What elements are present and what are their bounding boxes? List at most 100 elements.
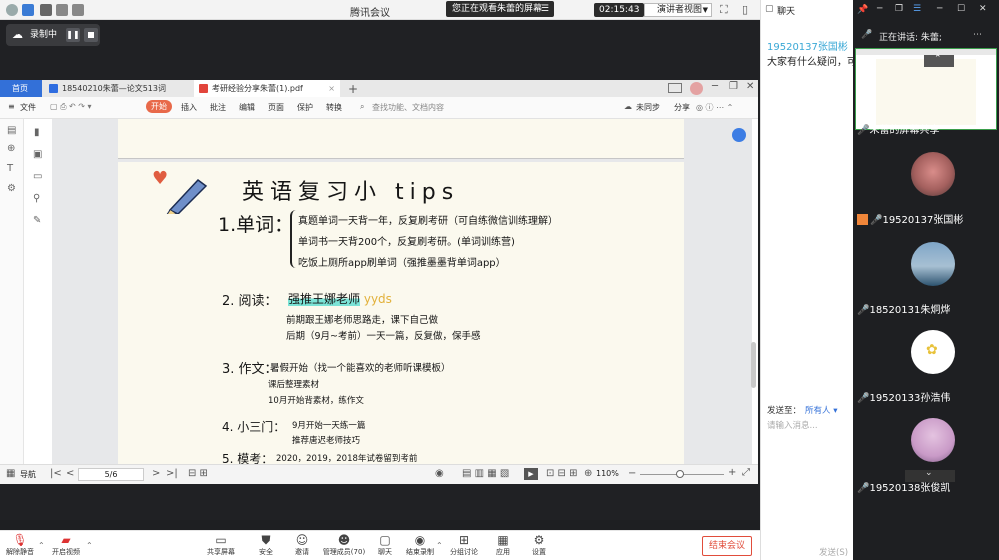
signal-icon[interactable]	[40, 4, 52, 16]
section-2-head-text: 强推王娜老师	[288, 292, 361, 306]
chat-button[interactable]: ▢ 聊天	[365, 534, 405, 557]
participant-avatar[interactable]	[911, 242, 955, 286]
view-mode-dropdown[interactable]: 演讲者视图 ▼	[644, 3, 712, 17]
attachment-icon[interactable]: ⚲	[33, 193, 40, 204]
shield-icon[interactable]	[22, 4, 34, 16]
chat-input[interactable]: 请输入消息...	[767, 419, 818, 431]
tab-start[interactable]: 开始	[146, 100, 172, 113]
grid-icon[interactable]	[72, 4, 84, 16]
nav-label[interactable]: 导航	[20, 469, 36, 480]
outline-icon[interactable]: ▤	[7, 125, 16, 136]
chevron-up-icon[interactable]: ⌃	[436, 541, 443, 550]
chevron-up-icon[interactable]: ⌃	[934, 54, 942, 64]
unmute-button[interactable]: 🎙 解除静音	[0, 534, 40, 557]
screen-share-thumbnail[interactable]: ⌃	[855, 48, 997, 130]
zoom-level[interactable]: 110%	[596, 469, 619, 478]
tab-convert[interactable]: 转换	[326, 102, 342, 113]
participant-label: 🎤19520137张国彬	[857, 211, 999, 226]
share-screen-button[interactable]: ▭ 共享屏幕	[201, 534, 241, 557]
start-video-button[interactable]: ▰ 开启视频	[46, 534, 86, 557]
close-icon[interactable]: ✕	[979, 4, 987, 14]
tab-essay-doc[interactable]: 18540210朱蕾—论文513词	[44, 80, 190, 97]
participant-avatar[interactable]	[911, 152, 955, 196]
last-page-icon[interactable]: >|	[166, 468, 178, 479]
zoom-in-icon[interactable]: ⊕	[7, 143, 15, 154]
apps-button[interactable]: ▦ 应用	[483, 534, 523, 557]
close-window-icon[interactable]: ✕	[746, 81, 754, 92]
tab-annotate[interactable]: 批注	[210, 102, 226, 113]
send-to-select[interactable]: 所有人 ▾	[805, 404, 837, 416]
invite-button[interactable]: ☺ 邀请	[282, 534, 322, 557]
info-icon[interactable]	[6, 4, 18, 16]
quick-tools-icons[interactable]: ▢ ⎙ ↶ ↷ ▾	[50, 102, 92, 112]
tab-edit[interactable]: 编辑	[239, 102, 255, 113]
minimize-icon[interactable]: ─	[877, 4, 882, 14]
chevron-up-icon[interactable]: ⌃	[38, 541, 45, 550]
layout-icon[interactable]	[56, 4, 68, 16]
user-avatar[interactable]	[690, 82, 703, 95]
file-menu[interactable]: 文件	[20, 102, 36, 113]
tab-page[interactable]: 页面	[268, 102, 284, 113]
more-icons[interactable]: ◎ ⓘ ⋯ ⌃	[696, 102, 733, 113]
breakout-button[interactable]: ⊞ 分组讨论	[444, 534, 484, 557]
fullscreen-expand-icon[interactable]: ⤢	[742, 467, 750, 478]
tab-insert[interactable]: 插入	[181, 102, 197, 113]
image-icon[interactable]: ▣	[33, 149, 42, 160]
function-search[interactable]: 查找功能、文档内容	[372, 102, 444, 113]
maximize-icon[interactable]: ☐	[957, 4, 965, 14]
text-icon[interactable]: T	[7, 163, 13, 174]
menu-icon[interactable]: ☰	[541, 1, 549, 17]
send-button[interactable]: 发送(S)	[819, 546, 848, 558]
settings-slider-icon[interactable]: ⚙	[7, 183, 16, 194]
first-page-icon[interactable]: |<	[50, 468, 62, 479]
next-page-icon[interactable]: >	[152, 468, 160, 479]
tab-protect[interactable]: 保护	[297, 102, 313, 113]
close-tab-icon[interactable]: ×	[328, 80, 335, 97]
float-tool-icon[interactable]	[732, 128, 746, 142]
share-screen-icon: ▭	[215, 533, 227, 547]
zoom-out-icon[interactable]: −	[628, 468, 636, 479]
tab-pdf[interactable]: 考研经验分享朱蕾(1).pdf ×	[194, 80, 340, 97]
bookmark-icon[interactable]: ▮	[34, 127, 40, 138]
prev-page-icon[interactable]: <	[66, 468, 74, 479]
chevron-up-icon[interactable]: ⌃	[86, 541, 93, 550]
shield-icon: ⛊	[261, 533, 271, 547]
minimize-window-icon[interactable]: ─	[937, 4, 942, 14]
pin-icon[interactable]: 📌	[857, 5, 868, 15]
list-icon[interactable]: ☰	[913, 4, 921, 14]
page-number-input[interactable]: 5/6	[78, 468, 144, 481]
stop-recording-button[interactable]: ◉ 结束录制	[400, 534, 440, 557]
zoom-slider-handle[interactable]	[676, 470, 684, 478]
hamburger-icon[interactable]: ≡	[8, 102, 15, 111]
participant-avatar[interactable]: ✿	[911, 330, 955, 374]
security-button[interactable]: ⛊ 安全	[246, 534, 286, 557]
fit-icons[interactable]: ⊡ ⊟ ⊞	[546, 468, 578, 479]
sidebar-toggle-icon[interactable]: ▯	[742, 3, 748, 16]
pause-record-button[interactable]: ❚❚	[66, 28, 80, 42]
minimize-icon[interactable]: ─	[712, 81, 718, 92]
manage-members-button[interactable]: ☻ 管理成员(70)	[318, 534, 370, 557]
tab-home[interactable]: 首页	[0, 80, 42, 97]
nav-panel-icon[interactable]: ▦	[6, 468, 15, 479]
comment-icon[interactable]: ▭	[33, 171, 42, 182]
stop-record-button[interactable]	[84, 28, 98, 42]
viewing-screen-badge[interactable]: 您正在观看朱蕾的屏幕 ☰	[446, 1, 554, 17]
page-layout-icons[interactable]: ▤ ▥ ▦ ▧	[462, 468, 509, 479]
view-mode-icons[interactable]: ⊟ ⊞	[188, 468, 208, 479]
share-button[interactable]: 分享	[674, 102, 690, 113]
end-meeting-button[interactable]: 结束会议	[702, 536, 752, 556]
participant-avatar[interactable]	[911, 418, 955, 462]
fullscreen-icon[interactable]: ⛶	[720, 3, 728, 17]
window-layout-icon[interactable]	[668, 83, 682, 93]
restore-icon[interactable]: ❐	[729, 81, 738, 92]
signature-icon[interactable]: ✎	[33, 215, 41, 226]
restore-icon[interactable]: ❐	[895, 4, 903, 14]
play-icon[interactable]: ▶	[524, 468, 538, 480]
eye-icon[interactable]: ◉	[435, 468, 444, 479]
settings-button[interactable]: ⚙ 设置	[519, 534, 559, 557]
zoom-in-plus-icon[interactable]: +	[728, 467, 736, 478]
vertical-scrollbar[interactable]	[751, 342, 756, 388]
unsync-status[interactable]: 未同步	[636, 102, 660, 113]
new-tab-icon[interactable]: +	[348, 82, 358, 96]
more-icon[interactable]: ⋯	[973, 30, 982, 40]
